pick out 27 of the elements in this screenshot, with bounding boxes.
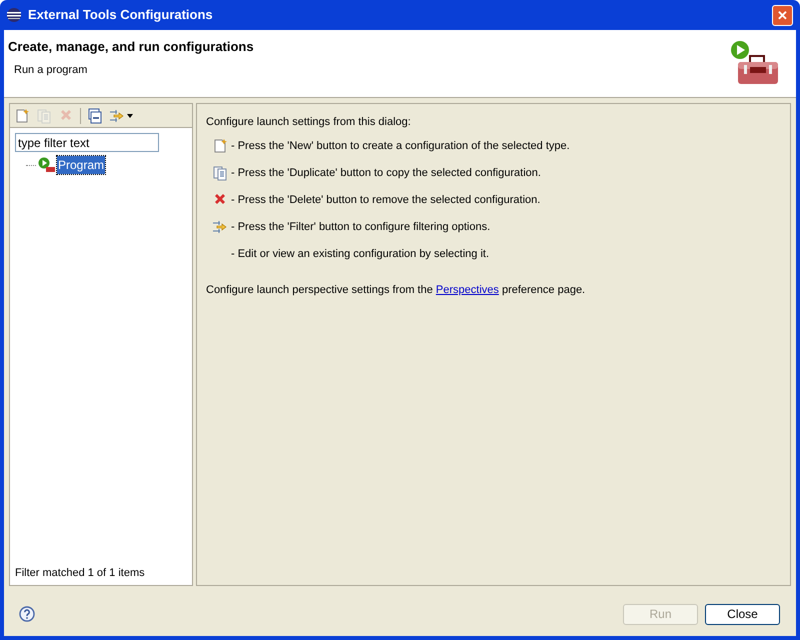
instruction-text: - Press the 'Delete' button to remove the selected configuration. [231,192,540,208]
instruction-text: - Edit or view an existing configuration by selecting it. [231,246,490,262]
header-title: Create, manage, and run configurations [8,38,255,56]
filter-status: Filter matched 1 of 1 items [14,566,146,580]
collapse-all-icon [87,108,103,124]
filter-icon [212,219,228,235]
perspective-note: Configure launch perspective settings from the Perspectives preference page. [206,282,586,298]
new-page-icon [212,138,228,154]
perspectives-link[interactable]: Perspectives [436,284,499,296]
window-title: External Tools Configurations [28,6,214,24]
filter-field[interactable]: type filter text [15,133,159,152]
close-dialog-button[interactable]: Close [705,604,780,624]
caret-icon [127,114,133,118]
instruction-text: - Press the 'Filter' button to configure filtering options. [231,220,490,235]
documents-icon [36,108,52,124]
tree-item[interactable]: Program [57,156,106,174]
documents-icon [212,165,228,181]
close-button[interactable]: ✕ [772,4,793,26]
program-icon [38,157,56,173]
filter-icon [109,108,125,124]
intro-text: Configure launch settings from this dialog: [206,115,412,130]
help-icon[interactable] [19,606,35,622]
header-message: Run a program [13,62,88,78]
app-icon [6,7,22,23]
new-page-icon [14,108,30,124]
instruction-text: - Press the 'Duplicate' button to copy the selected configuration. [231,166,541,181]
instruction-text: - Press the 'New' button to create a configuration of the selected type. [231,138,570,154]
